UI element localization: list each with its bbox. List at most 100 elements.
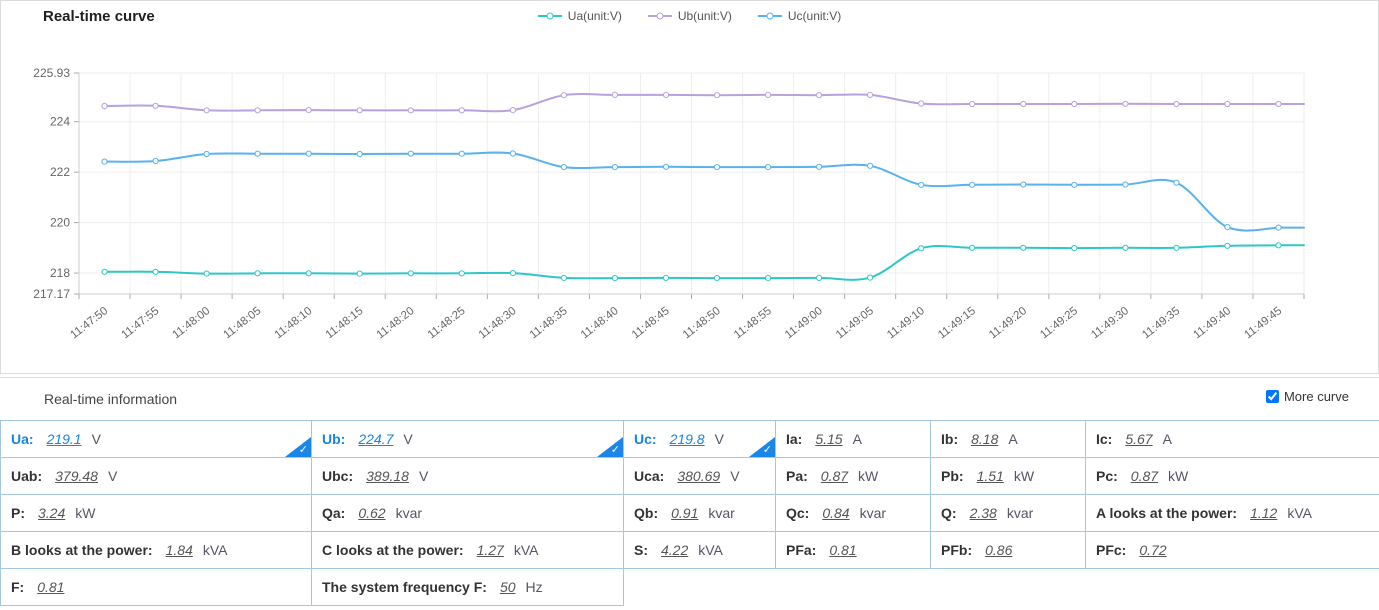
- cell-value: 0.91: [671, 505, 698, 521]
- info-cell-uc[interactable]: Uc:219.8V: [624, 421, 776, 458]
- more-curve-label: More curve: [1284, 389, 1349, 404]
- legend-marker-icon: [758, 15, 782, 17]
- cell-label: Uc:: [634, 431, 657, 447]
- legend-marker-icon: [648, 15, 672, 17]
- cell-unit: kW: [1014, 468, 1034, 484]
- info-cell-pfb: PFb:0.86: [931, 532, 1086, 569]
- svg-text:11:49:25: 11:49:25: [1038, 305, 1080, 341]
- svg-text:11:48:20: 11:48:20: [375, 305, 417, 341]
- table-row: B looks at the power:1.84kVAC looks at t…: [1, 532, 1379, 569]
- cell-label: B looks at the power:: [11, 542, 153, 558]
- svg-text:225.93: 225.93: [33, 66, 70, 80]
- cell-unit: Hz: [526, 579, 543, 595]
- cell-value: 0.62: [358, 505, 385, 521]
- svg-text:11:48:50: 11:48:50: [681, 305, 723, 341]
- svg-text:217.17: 217.17: [33, 287, 70, 301]
- cell-unit: kvar: [860, 505, 886, 521]
- info-cell-qb: Qb:0.91kvar: [624, 495, 776, 532]
- svg-text:11:49:00: 11:49:00: [783, 305, 825, 341]
- more-curve-checkbox[interactable]: [1266, 390, 1279, 403]
- svg-text:224: 224: [50, 115, 70, 129]
- cell-label: Uca:: [634, 468, 664, 484]
- more-curve-toggle[interactable]: More curve: [1266, 389, 1349, 404]
- svg-text:11:48:15: 11:48:15: [324, 305, 366, 341]
- svg-text:11:48:35: 11:48:35: [528, 305, 570, 341]
- realtime-curve-card: 217.17218220222224225.9311:47:5011:47:55…: [0, 0, 1379, 374]
- table-row: P:3.24kWQa:0.62kvarQb:0.91kvarQc:0.84kva…: [1, 495, 1379, 532]
- info-cell-qc: Qc: 0.84 kvar: [776, 495, 931, 532]
- cell-value: 0.84: [822, 505, 849, 521]
- info-panel-title: Real-time information: [44, 391, 177, 407]
- svg-text:11:47:55: 11:47:55: [119, 305, 161, 341]
- table-row: Uab:379.48VUbc:389.18VUca:380.69VPa:0.87…: [1, 458, 1379, 495]
- svg-text:11:49:35: 11:49:35: [1140, 305, 1182, 341]
- cell-label: Pb:: [941, 468, 964, 484]
- svg-text:11:49:40: 11:49:40: [1191, 305, 1233, 341]
- cell-label: F:: [11, 579, 24, 595]
- legend-item-ua[interactable]: Ua(unit:V): [538, 9, 622, 23]
- cell-label: Ubc:: [322, 468, 353, 484]
- cell-label: Pc:: [1096, 468, 1118, 484]
- cell-label: P:: [11, 505, 25, 521]
- cell-value: 0.81: [37, 579, 64, 595]
- cell-unit: A: [853, 431, 862, 447]
- legend-item-ub[interactable]: Ub(unit:V): [648, 9, 732, 23]
- cell-unit: kVA: [1287, 505, 1312, 521]
- svg-text:11:48:25: 11:48:25: [426, 305, 468, 341]
- svg-text:11:49:20: 11:49:20: [987, 305, 1029, 341]
- cell-unit: V: [403, 431, 412, 447]
- info-cell-b-looks-at-the-power: B looks at the power:1.84kVA: [1, 532, 312, 569]
- info-cell-pfa: PFa:0.81: [776, 532, 931, 569]
- svg-text:11:47:50: 11:47:50: [68, 305, 110, 341]
- svg-text:11:49:05: 11:49:05: [834, 305, 876, 341]
- cell-unit: kW: [75, 505, 95, 521]
- cell-label: PFa:: [786, 542, 816, 558]
- info-cell-p: P:3.24kW: [1, 495, 312, 532]
- cell-value: 1.51: [977, 468, 1004, 484]
- cell-label: Ic:: [1096, 431, 1112, 447]
- info-cell-ua[interactable]: Ua:219.1V: [1, 421, 312, 458]
- info-cell-ib: Ib:8.18A: [931, 421, 1086, 458]
- info-cell-a-looks-at-the-power: A looks at the power:1.12kVA: [1086, 495, 1379, 532]
- svg-text:11:48:55: 11:48:55: [732, 305, 774, 341]
- info-cell-ub[interactable]: Ub: 224.7 V: [312, 421, 624, 458]
- svg-text:11:49:45: 11:49:45: [1242, 305, 1284, 341]
- legend-item-uc[interactable]: Uc(unit:V): [758, 9, 841, 23]
- cell-label: Pa:: [786, 468, 808, 484]
- info-cell-pb: Pb: 1.51 kW: [931, 458, 1086, 495]
- svg-text:11:49:30: 11:49:30: [1089, 305, 1131, 341]
- cell-value: 4.22: [661, 542, 688, 558]
- table-row: Ua:219.1VUb:224.7VUc:219.8VIa:5.15AIb:8.…: [1, 421, 1379, 458]
- cell-label: Qa:: [322, 505, 345, 521]
- info-table: Ua:219.1VUb:224.7VUc:219.8VIa:5.15AIb:8.…: [0, 420, 1379, 606]
- legend-label: Uc(unit:V): [788, 9, 841, 23]
- cell-label: Qc:: [786, 505, 809, 521]
- cell-value: 1.27: [477, 542, 504, 558]
- cell-unit: V: [715, 431, 724, 447]
- cell-label: Uab:: [11, 468, 42, 484]
- cell-value: 224.7: [358, 431, 393, 447]
- legend-marker-icon: [538, 15, 562, 17]
- svg-text:222: 222: [50, 165, 70, 179]
- legend-label: Ub(unit:V): [678, 9, 732, 23]
- cell-value: 0.87: [821, 468, 848, 484]
- svg-text:11:49:15: 11:49:15: [936, 305, 978, 341]
- cell-value: 0.86: [985, 542, 1012, 558]
- cell-value: 0.87: [1131, 468, 1158, 484]
- cell-unit: A: [1008, 431, 1017, 447]
- selected-check-icon: [597, 437, 623, 457]
- info-cell-ic: Ic:5.67A: [1086, 421, 1379, 458]
- cell-label: Ia:: [786, 431, 802, 447]
- cell-unit: kvar: [1007, 505, 1033, 521]
- info-cell-ia: Ia:5.15A: [776, 421, 931, 458]
- info-cell-pa: Pa:0.87kW: [776, 458, 931, 495]
- cell-label: Ub:: [322, 431, 345, 447]
- svg-text:11:48:10: 11:48:10: [273, 305, 315, 341]
- cell-value: 389.18: [366, 468, 409, 484]
- cell-label: S:: [634, 542, 648, 558]
- cell-unit: kVA: [698, 542, 723, 558]
- svg-text:11:48:40: 11:48:40: [579, 305, 621, 341]
- cell-unit: kvar: [708, 505, 734, 521]
- info-cell-the-system-frequency-f: The system frequency F:50Hz: [312, 569, 624, 606]
- selected-check-icon: [285, 437, 311, 457]
